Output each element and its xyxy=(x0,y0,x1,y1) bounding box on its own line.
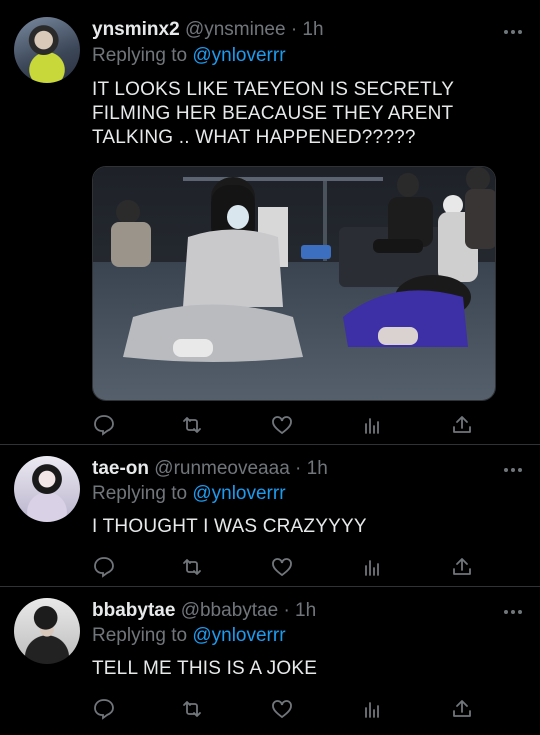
replying-to-link[interactable]: @ynloverrr xyxy=(192,483,285,504)
analytics-icon[interactable] xyxy=(360,555,384,579)
user-handle[interactable]: @runmeoveaaa xyxy=(154,458,289,479)
tweet-text: I THOUGHT I WAS CRAZYYYY xyxy=(92,516,367,537)
dance-studio-photo xyxy=(93,167,495,400)
avatar[interactable] xyxy=(14,598,80,664)
share-icon[interactable] xyxy=(450,697,474,721)
tweet-actions xyxy=(92,413,482,437)
tweet[interactable]: ynsminx2 @ynsminee · 1h Replying to @ynl… xyxy=(0,0,540,444)
analytics-icon[interactable] xyxy=(360,697,384,721)
replying-to: Replying to @ynloverrr xyxy=(92,625,286,647)
tweet-actions xyxy=(92,697,482,721)
replying-to-label: Replying to xyxy=(92,483,188,504)
share-icon[interactable] xyxy=(450,413,474,437)
replying-to-label: Replying to xyxy=(92,45,188,66)
tweet-text: IT LOOKS LIKE TAEYEON IS SECRETLY FILMIN… xyxy=(92,79,454,148)
display-name[interactable]: bbabytae xyxy=(92,600,175,621)
tweet[interactable]: bbabytae @bbabytae · 1h Replying to @ynl… xyxy=(0,587,540,735)
replying-to-link[interactable]: @ynloverrr xyxy=(192,625,285,646)
retweet-icon[interactable] xyxy=(180,697,204,721)
display-name[interactable]: tae-on xyxy=(92,458,149,479)
replying-to-label: Replying to xyxy=(92,625,188,646)
tweet-header: tae-on @runmeoveaaa · 1h xyxy=(92,458,328,480)
reply-icon[interactable] xyxy=(92,697,116,721)
analytics-icon[interactable] xyxy=(360,413,384,437)
user-handle[interactable]: @ynsminee xyxy=(185,19,286,40)
more-icon[interactable] xyxy=(504,609,522,615)
like-icon[interactable] xyxy=(270,413,294,437)
like-icon[interactable] xyxy=(270,697,294,721)
tweet-text: TELL ME THIS IS A JOKE xyxy=(92,658,318,679)
reply-icon[interactable] xyxy=(92,413,116,437)
retweet-icon[interactable] xyxy=(180,413,204,437)
avatar[interactable] xyxy=(14,456,80,522)
reply-icon[interactable] xyxy=(92,555,116,579)
tweet-actions xyxy=(92,555,482,579)
more-icon[interactable] xyxy=(504,29,522,35)
replying-to-link[interactable]: @ynloverrr xyxy=(192,45,285,66)
like-icon[interactable] xyxy=(270,555,294,579)
share-icon[interactable] xyxy=(450,555,474,579)
replying-to: Replying to @ynloverrr xyxy=(92,483,286,505)
display-name[interactable]: ynsminx2 xyxy=(92,19,180,40)
timestamp[interactable]: · 1h xyxy=(295,458,328,479)
retweet-icon[interactable] xyxy=(180,555,204,579)
timestamp[interactable]: · 1h xyxy=(283,600,316,621)
timestamp[interactable]: · 1h xyxy=(291,19,324,40)
tweet-header: ynsminx2 @ynsminee · 1h xyxy=(92,19,324,41)
avatar[interactable] xyxy=(14,17,80,83)
tweet-header: bbabytae @bbabytae · 1h xyxy=(92,600,316,622)
tweet-media-photo[interactable] xyxy=(92,166,496,401)
replying-to: Replying to @ynloverrr xyxy=(92,45,286,67)
tweet[interactable]: tae-on @runmeoveaaa · 1h Replying to @yn… xyxy=(0,445,540,586)
user-handle[interactable]: @bbabytae xyxy=(181,600,278,621)
more-icon[interactable] xyxy=(504,467,522,473)
